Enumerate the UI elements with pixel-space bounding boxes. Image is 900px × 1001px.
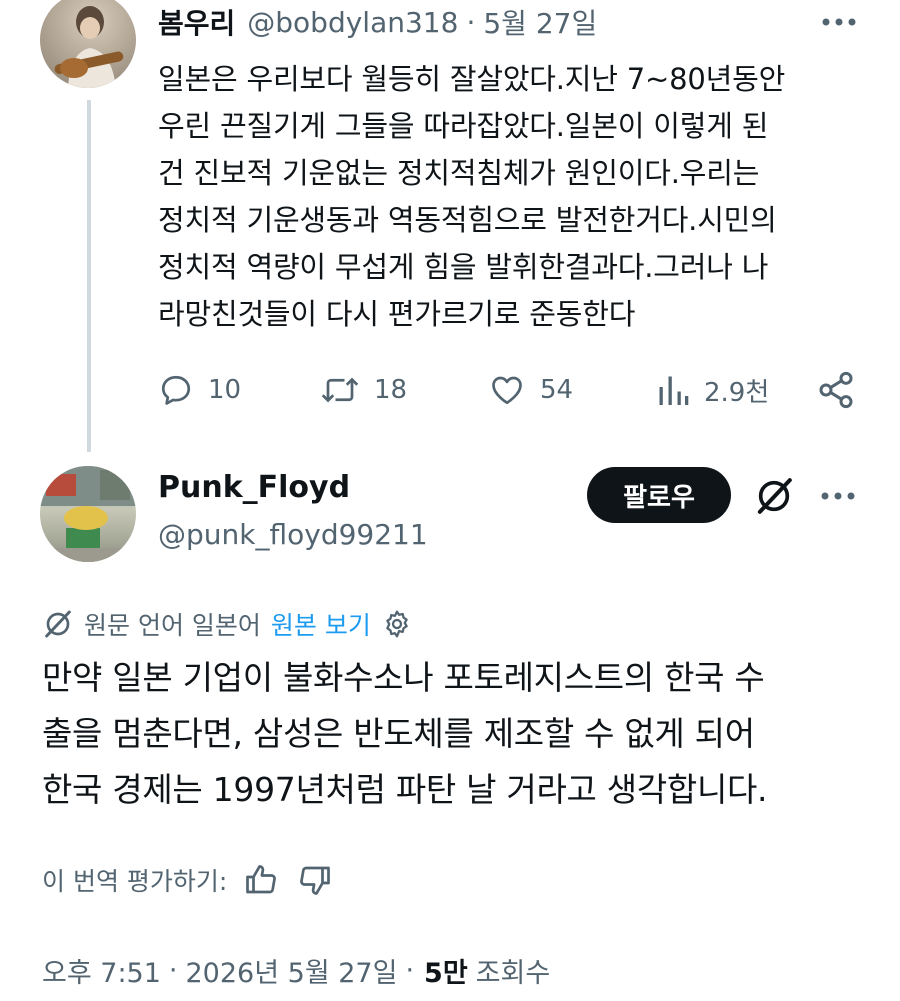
tweet-date[interactable]: 5월 27일	[483, 2, 597, 42]
author-name[interactable]: Punk_Floyd	[158, 470, 350, 505]
show-original-link[interactable]: 원본 보기	[271, 606, 371, 642]
like-button[interactable]: 54	[488, 368, 573, 412]
thumbs-down-button[interactable]	[295, 860, 335, 900]
author-handle[interactable]: @bobdylan318	[247, 6, 458, 39]
gear-icon[interactable]	[381, 608, 413, 640]
more-button[interactable]	[818, 2, 860, 42]
heart-icon	[492, 376, 522, 405]
more-dots-icon	[822, 18, 856, 26]
reply-count: 10	[208, 375, 242, 405]
repost-arrows-icon	[321, 377, 359, 403]
views-button[interactable]: 2.9천	[656, 368, 769, 412]
avatar[interactable]	[40, 0, 136, 88]
repost-button[interactable]: 18	[320, 368, 407, 412]
separator: ·	[466, 5, 476, 39]
parent-tweet[interactable]: 봄우리 @bobdylan318 · 5월 27일 일본은 우리보다 월등히 잘…	[0, 0, 900, 460]
tweet-metadata: 오후 7:51 · 2026년 5월 27일 · 5만 조회수	[42, 948, 550, 992]
avatar-photo-icon	[40, 466, 136, 562]
author-handle[interactable]: @punk_floyd99211	[158, 518, 428, 551]
share-icon	[819, 371, 853, 409]
tweet-text: 일본은 우리보다 월등히 잘살았다.지난 7~80년동안 우린 끈질기게 그들을…	[158, 62, 786, 331]
views-label: 조회수	[475, 957, 551, 989]
more-dots-icon	[821, 492, 855, 500]
separator: ·	[168, 954, 178, 986]
follow-button[interactable]: 팔로우	[587, 467, 731, 523]
speech-bubble-icon	[161, 375, 191, 405]
repost-count: 18	[374, 375, 408, 405]
separator: ·	[405, 954, 415, 986]
tweet-actions: 10 18 54 2.9천	[0, 368, 900, 412]
translate-slash-icon	[45, 610, 71, 638]
tweet-time[interactable]: 오후 7:51	[42, 951, 161, 990]
author-name[interactable]: 봄우리	[158, 2, 235, 42]
rate-translation: 이 번역 평가하기:	[42, 858, 335, 902]
translation-notice: 원문 언어 일본어 원본 보기	[42, 604, 413, 644]
reply-button[interactable]: 10	[158, 368, 241, 412]
rate-translation-label: 이 번역 평가하기:	[42, 867, 228, 896]
like-count: 54	[540, 375, 574, 405]
tweet-text: 만약 일본 기업이 불화수소나 포토레지스트의 한국 수 출을 멈춘다면, 삼성…	[42, 658, 768, 809]
share-button[interactable]	[816, 368, 856, 412]
grok-button[interactable]	[748, 470, 800, 522]
thumbs-down-icon	[300, 866, 331, 895]
views-count: 5만	[424, 957, 468, 989]
avatar[interactable]	[40, 466, 136, 562]
views-count: 2.9천	[704, 377, 770, 408]
avatar-photo-icon	[54, 6, 124, 88]
bar-chart-icon	[659, 376, 689, 405]
thumbs-up-button[interactable]	[241, 860, 281, 900]
tweet-date[interactable]: 2026년 5월 27일	[186, 951, 398, 990]
more-button[interactable]	[816, 474, 860, 518]
translated-from-label: 원문 언어 일본어	[84, 611, 261, 640]
grok-slash-icon	[757, 478, 792, 514]
tweet-header: 봄우리 @bobdylan318 · 5월 27일	[158, 0, 597, 44]
thumbs-up-icon	[246, 865, 277, 894]
